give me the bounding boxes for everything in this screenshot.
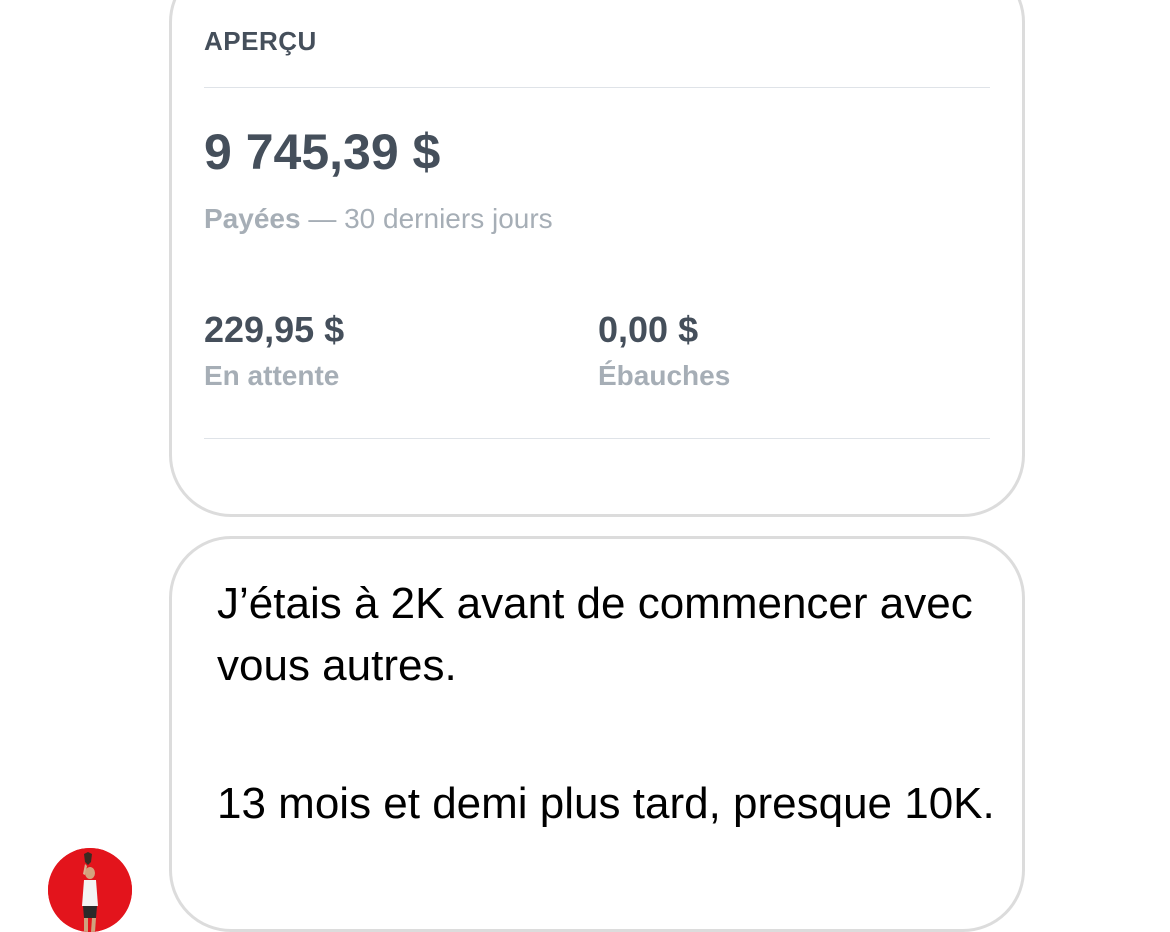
- message-text: J’étais à 2K avant de commencer avec vou…: [217, 573, 997, 835]
- paid-caption: Payées — 30 derniers jours: [204, 203, 553, 235]
- drafts-label: Ébauches: [598, 360, 731, 391]
- message-line: J’étais à 2K avant de commencer avec vou…: [217, 579, 973, 690]
- paid-amount: 9 745,39 $: [204, 124, 441, 180]
- person-silhouette-icon: [48, 848, 132, 932]
- overview-title: APERÇU: [204, 26, 317, 56]
- avatar[interactable]: [48, 848, 132, 932]
- drafts-stat: 0,00 $ Ébauches: [598, 308, 730, 392]
- pending-label: En attente: [204, 360, 340, 391]
- pending-amount: 229,95 $: [204, 309, 345, 350]
- divider: [204, 438, 990, 439]
- paid-period: — 30 derniers jours: [300, 203, 553, 234]
- message-line: 13 mois et demi plus tard, presque 10K.: [217, 779, 995, 828]
- pending-stat: 229,95 $ En attente: [204, 308, 344, 392]
- overview-message-bubble: APERÇU 9 745,39 $ Payées — 30 derniers j…: [169, 0, 1025, 517]
- overview-card: APERÇU 9 745,39 $ Payées — 30 derniers j…: [204, 0, 990, 514]
- drafts-amount: 0,00 $: [598, 309, 699, 350]
- text-message-bubble[interactable]: J’étais à 2K avant de commencer avec vou…: [169, 536, 1025, 932]
- paid-label: Payées: [204, 203, 301, 234]
- divider: [204, 87, 990, 88]
